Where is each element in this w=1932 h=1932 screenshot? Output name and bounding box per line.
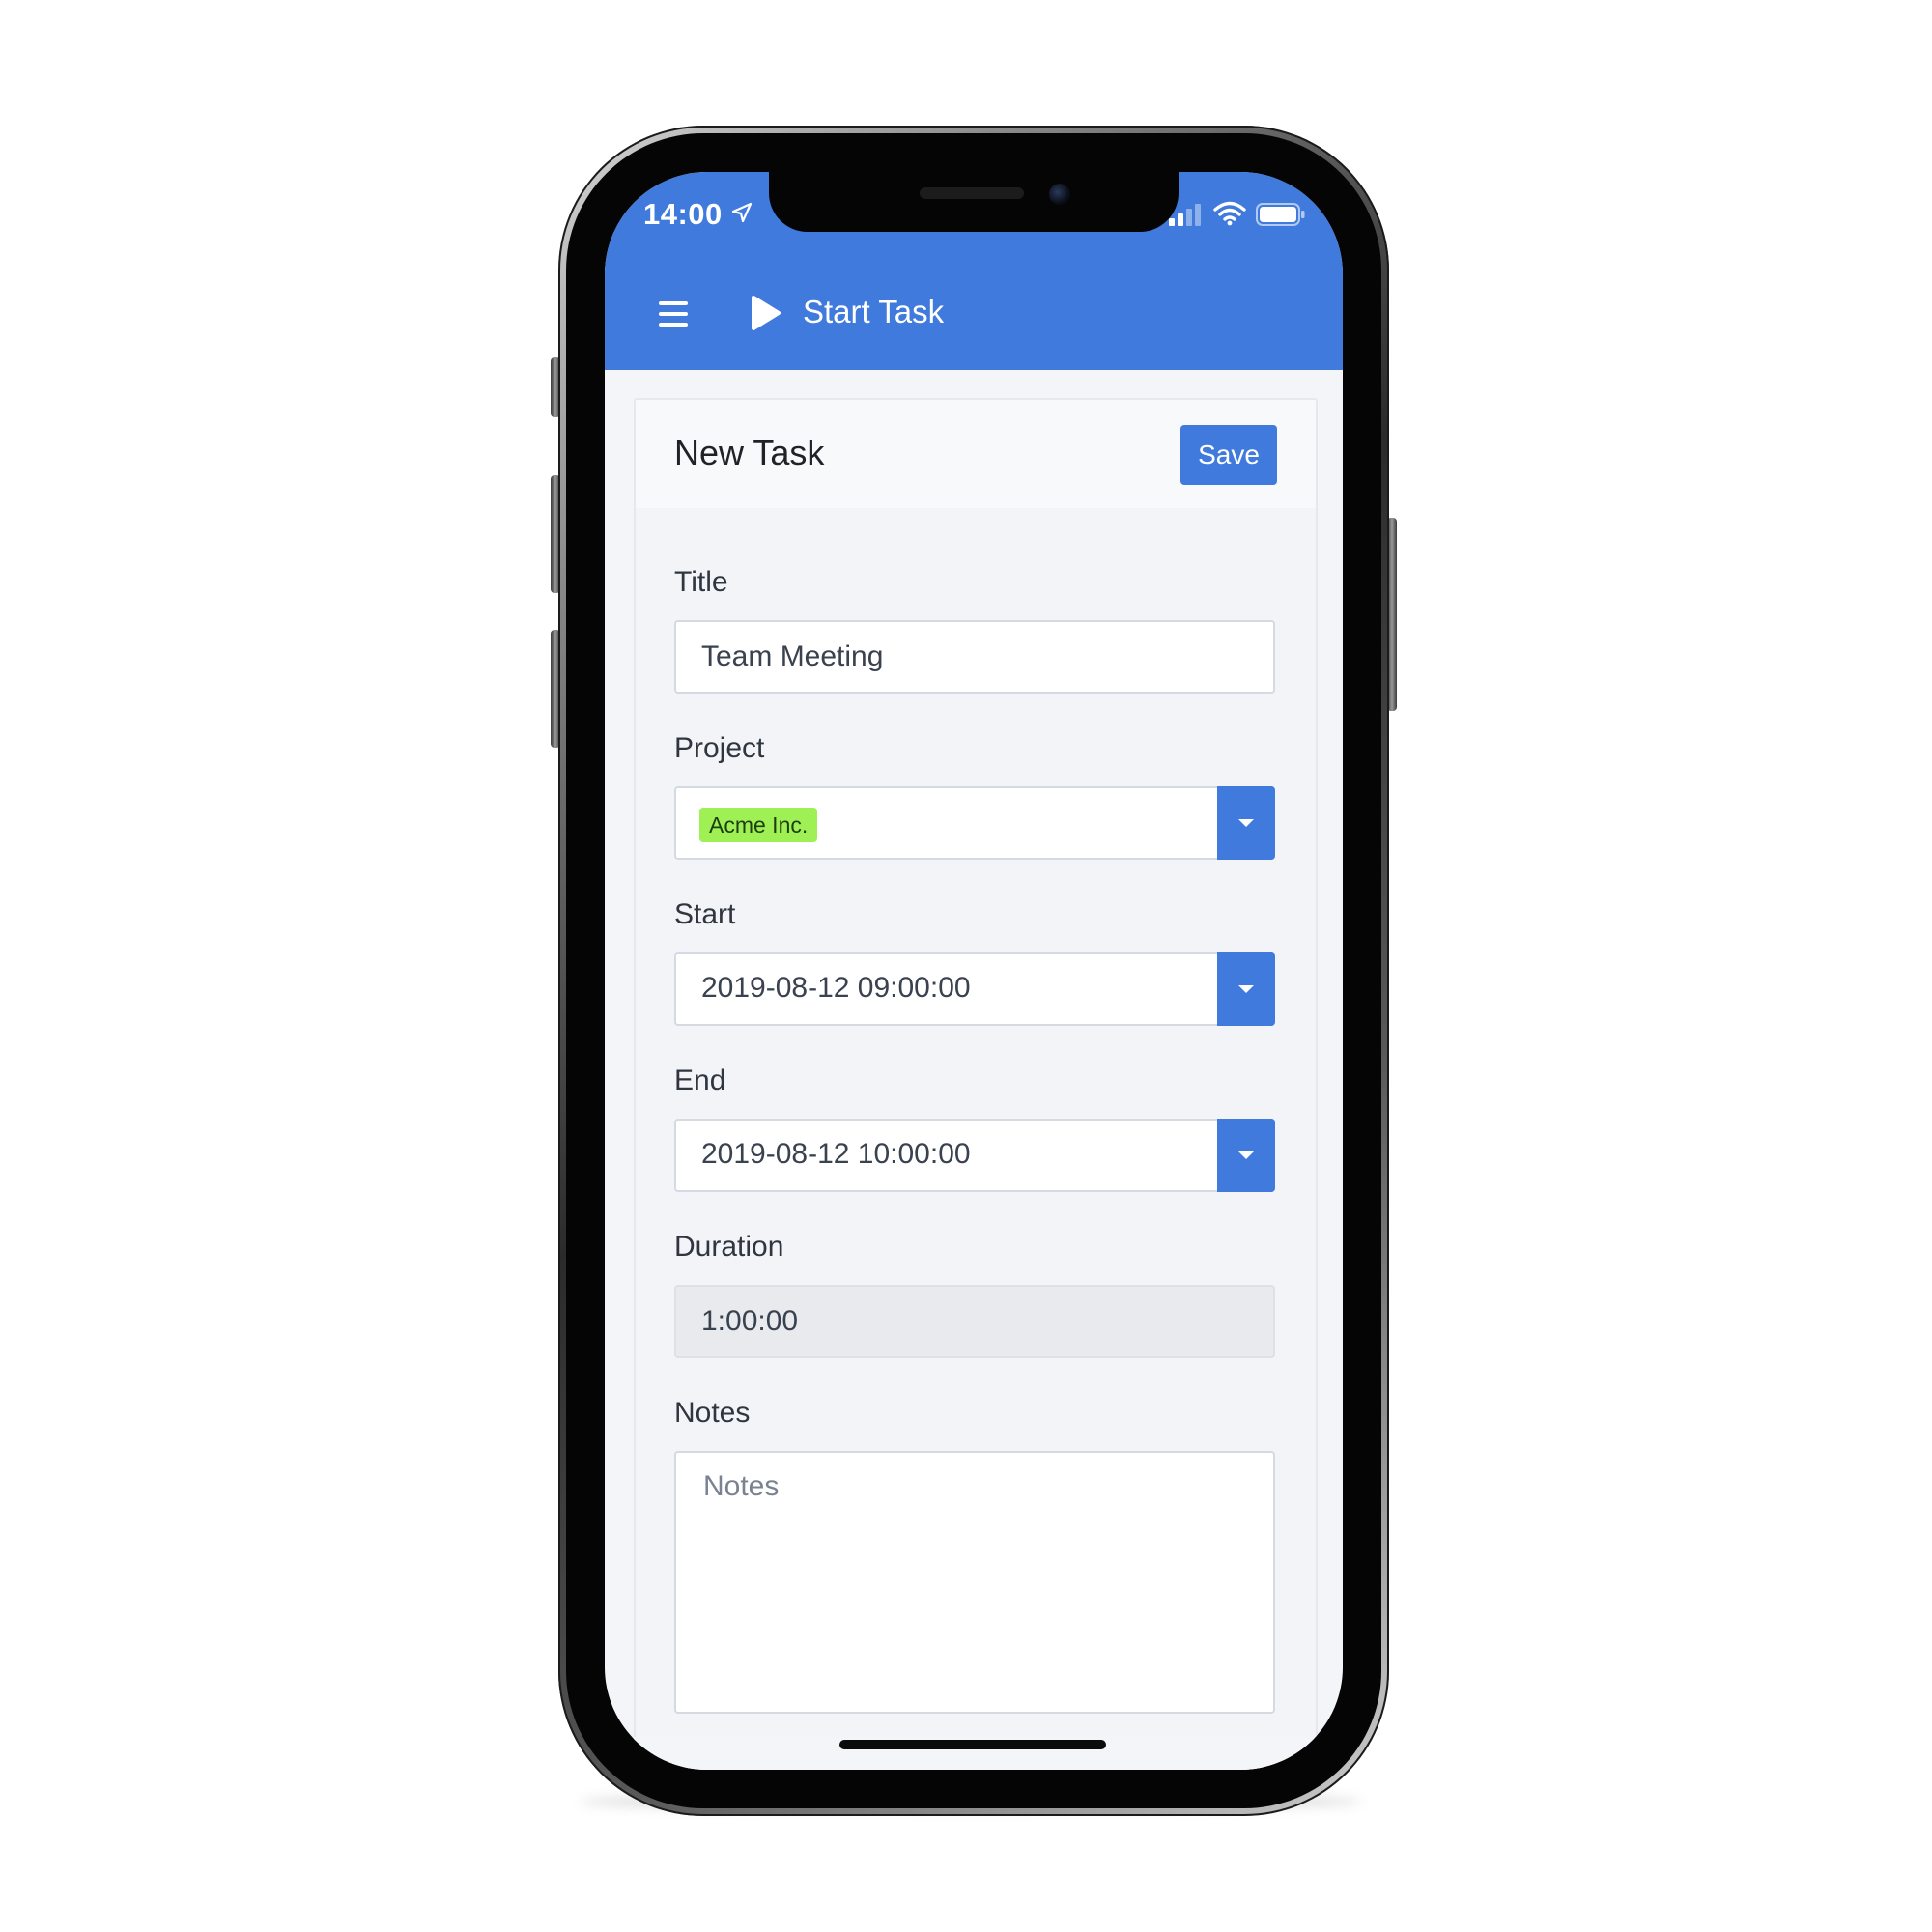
app-bar: 14:00 Start Task — [605, 172, 1343, 370]
project-label: Project — [674, 732, 765, 764]
title-input[interactable] — [674, 620, 1275, 694]
card-title: New Task — [674, 433, 825, 472]
play-icon — [752, 296, 781, 330]
start-datetime-value: 2019-08-12 09:00:00 — [701, 972, 971, 1004]
save-button[interactable]: Save — [1180, 425, 1277, 485]
project-select[interactable]: Acme Inc. — [674, 786, 1275, 860]
notes-textarea[interactable] — [674, 1451, 1275, 1714]
speaker-grille — [920, 187, 1024, 199]
task-form-card: New Task Save Title Project Acme Inc. St… — [634, 398, 1318, 1770]
status-time: 14:00 — [643, 197, 723, 231]
card-header: New Task Save — [636, 400, 1316, 508]
front-camera — [1049, 184, 1070, 205]
hamburger-menu-icon[interactable] — [659, 301, 690, 327]
location-arrow-icon — [731, 202, 753, 223]
notes-label: Notes — [674, 1397, 751, 1429]
title-label: Title — [674, 566, 728, 598]
phone-screen: 14:00 Start Task New Task Save Title Tea… — [605, 172, 1343, 1770]
wifi-icon — [1213, 201, 1246, 226]
duration-field — [674, 1285, 1275, 1358]
end-label: End — [674, 1065, 726, 1096]
duration-label: Duration — [674, 1231, 784, 1263]
start-label: Start — [674, 898, 736, 930]
project-tag: Acme Inc. — [699, 808, 818, 842]
battery-icon — [1256, 203, 1305, 226]
end-datetime-field[interactable]: 2019-08-12 10:00:00 — [674, 1119, 1275, 1192]
app-bar-title: Start Task — [803, 294, 945, 329]
notch — [769, 172, 1179, 232]
chevron-down-icon[interactable] — [1217, 952, 1275, 1026]
end-datetime-value: 2019-08-12 10:00:00 — [701, 1138, 971, 1170]
chevron-down-icon[interactable] — [1217, 1119, 1275, 1192]
home-indicator[interactable] — [839, 1740, 1106, 1749]
start-datetime-field[interactable]: 2019-08-12 09:00:00 — [674, 952, 1275, 1026]
chevron-down-icon[interactable] — [1217, 786, 1275, 860]
